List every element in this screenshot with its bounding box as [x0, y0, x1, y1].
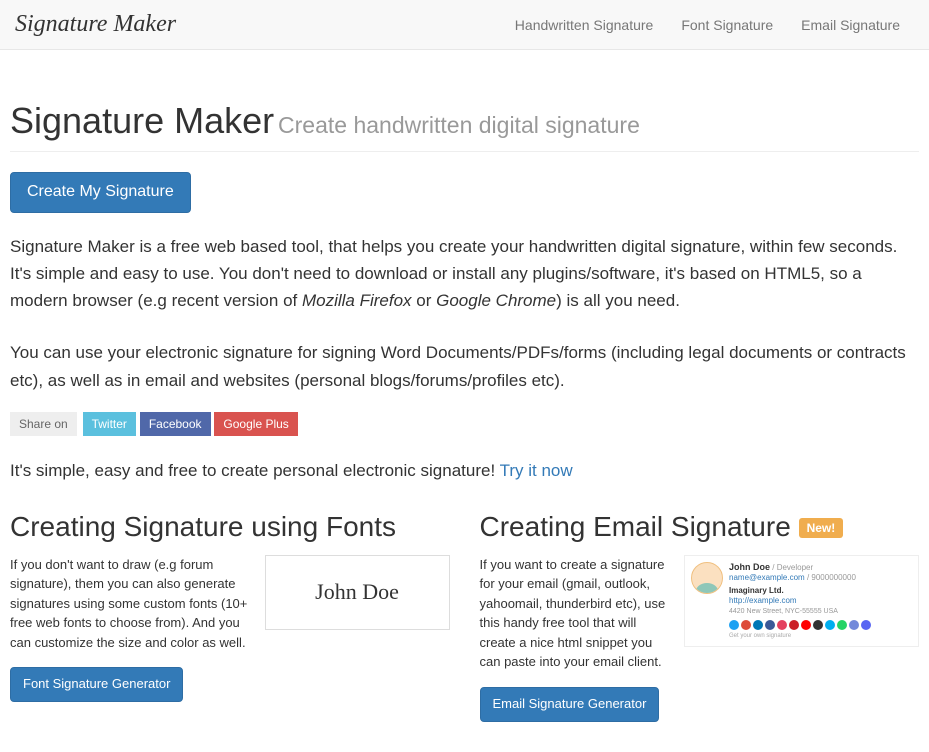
preview-site: http://example.com	[729, 596, 797, 605]
nav-links: Handwritten Signature Font Signature Ema…	[501, 2, 914, 48]
page-header: Signature Maker Create handwritten digit…	[10, 100, 919, 152]
lead-text-2: ) is all you need.	[556, 291, 680, 310]
social-icon	[765, 620, 775, 630]
email-info: John Doe / Developer name@example.com / …	[729, 562, 912, 641]
preview-name: John Doe	[729, 562, 770, 572]
email-body: If you want to create a signature for yo…	[480, 555, 920, 672]
social-icon	[837, 620, 847, 630]
brand-logo[interactable]: Signature Maker	[15, 11, 176, 38]
preview-phone: 9000000000	[811, 573, 856, 582]
social-icon	[789, 620, 799, 630]
social-icon	[729, 620, 739, 630]
social-icon	[849, 620, 859, 630]
lead-firefox: Mozilla Firefox	[302, 291, 412, 310]
preview-company: Imaginary Ltd.	[729, 586, 912, 596]
try-it-now-link[interactable]: Try it now	[500, 461, 573, 480]
email-text: If you want to create a signature for yo…	[480, 555, 673, 672]
email-heading: Creating Email Signature New!	[480, 511, 920, 543]
tryit-paragraph: It's simple, easy and free to create per…	[10, 461, 919, 481]
preview-address: 4420 New Street, NYC-55555 USA	[729, 607, 912, 616]
social-icons-row	[729, 620, 912, 630]
page-subtitle: Create handwritten digital signature	[278, 112, 640, 138]
share-facebook-button[interactable]: Facebook	[140, 412, 211, 436]
columns: Creating Signature using Fonts If you do…	[10, 511, 919, 722]
lead-chrome: Google Chrome	[436, 291, 556, 310]
social-icon	[861, 620, 871, 630]
nav-link-handwritten[interactable]: Handwritten Signature	[501, 2, 668, 48]
fonts-column: Creating Signature using Fonts If you do…	[10, 511, 450, 722]
preview-role: Developer	[777, 563, 813, 572]
nav-link-email[interactable]: Email Signature	[787, 2, 914, 48]
font-preview: John Doe	[265, 555, 450, 630]
share-label: Share on	[10, 412, 77, 436]
create-signature-button[interactable]: Create My Signature	[10, 172, 191, 213]
lead-text-mid: or	[412, 291, 437, 310]
navbar: Signature Maker Handwritten Signature Fo…	[0, 0, 929, 50]
avatar-icon	[691, 562, 723, 594]
email-name-row: John Doe / Developer	[729, 562, 912, 574]
body-paragraph: You can use your electronic signature fo…	[10, 339, 919, 393]
email-contact-row: name@example.com / 9000000000	[729, 573, 912, 583]
social-icon	[813, 620, 823, 630]
email-column: Creating Email Signature New! If you wan…	[480, 511, 920, 722]
social-icon	[741, 620, 751, 630]
social-icon	[825, 620, 835, 630]
social-icon	[801, 620, 811, 630]
new-badge: New!	[799, 518, 844, 538]
font-signature-generator-button[interactable]: Font Signature Generator	[10, 667, 183, 702]
share-google-button[interactable]: Google Plus	[214, 412, 297, 436]
email-heading-text: Creating Email Signature	[480, 511, 791, 542]
social-icon	[753, 620, 763, 630]
preview-tag: Get your own signature	[729, 633, 912, 641]
lead-paragraph: Signature Maker is a free web based tool…	[10, 233, 919, 315]
preview-email: name@example.com	[729, 573, 805, 582]
page-title: Signature Maker	[10, 100, 274, 141]
tryit-text: It's simple, easy and free to create per…	[10, 461, 500, 480]
social-icon	[777, 620, 787, 630]
email-signature-generator-button[interactable]: Email Signature Generator	[480, 687, 660, 722]
nav-link-font[interactable]: Font Signature	[667, 2, 787, 48]
fonts-heading: Creating Signature using Fonts	[10, 511, 450, 543]
email-preview: John Doe / Developer name@example.com / …	[684, 555, 919, 648]
main-container: Signature Maker Create handwritten digit…	[0, 50, 929, 752]
share-row: Share on Twitter Facebook Google Plus	[10, 412, 919, 436]
share-twitter-button[interactable]: Twitter	[83, 412, 136, 436]
